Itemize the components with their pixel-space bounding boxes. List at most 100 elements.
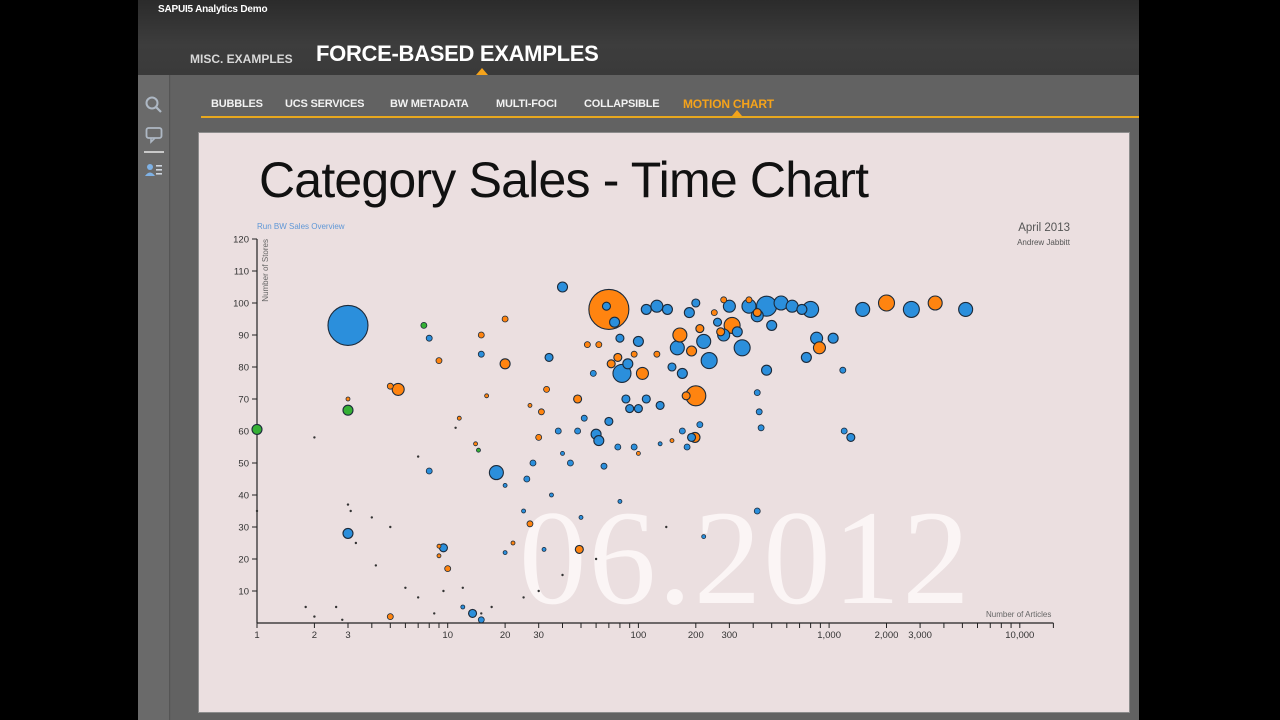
sub-tab-motion-chart[interactable]: MOTION CHART — [683, 97, 774, 111]
sub-tab-bubbles[interactable]: BUBBLES — [211, 98, 263, 110]
data-dot — [480, 612, 483, 615]
x-tick-label: 20 — [500, 630, 511, 641]
sub-tab-ucs-services[interactable]: UCS SERVICES — [285, 98, 365, 110]
bubble-orange — [716, 327, 726, 337]
y-tick-label: 70 — [238, 395, 249, 406]
x-tick-label: 1 — [254, 630, 259, 641]
bubble-blue — [468, 608, 478, 618]
bubble-blue — [712, 317, 723, 327]
bubble-orange — [877, 294, 896, 312]
data-dot — [334, 605, 338, 609]
bubble-orange — [535, 433, 543, 441]
bubble-orange — [606, 359, 616, 369]
bubble-orange — [499, 358, 511, 370]
bubble-orange — [927, 295, 943, 311]
bubble-blue — [640, 303, 652, 315]
bubble-blue — [621, 394, 631, 404]
y-tick-label: 90 — [238, 331, 249, 342]
bubble-blue — [574, 427, 582, 435]
bubble-blue — [650, 299, 664, 313]
bubble-orange — [595, 341, 603, 349]
bubble-blue — [615, 333, 625, 343]
bubble-green — [476, 447, 481, 453]
data-dot — [442, 589, 445, 593]
bubble-blue — [840, 427, 848, 435]
bubble-blue — [614, 443, 622, 451]
bubble-blue — [696, 333, 712, 349]
bubble-blue — [549, 492, 554, 498]
main-tab-misc-examples[interactable]: MISC. EXAMPLES — [190, 52, 293, 66]
top-bar: SAPUI5 Analytics Demo MISC. EXAMPLES FOR… — [138, 0, 1139, 75]
bubble-blue — [657, 441, 663, 447]
bubble-blue — [731, 326, 743, 338]
bubble-blue — [701, 534, 707, 540]
bubble-blue — [669, 340, 685, 356]
bubble-orange — [386, 382, 394, 390]
bubble-blue — [601, 301, 612, 311]
data-dot — [389, 525, 392, 529]
bubble-blue — [661, 303, 673, 315]
bubble-orange — [510, 540, 516, 546]
bubble-green — [420, 321, 428, 329]
bubble-orange — [653, 350, 661, 358]
bubble-blue — [700, 352, 718, 370]
bubble-blue — [589, 369, 597, 377]
bubble-blue — [593, 435, 605, 447]
x-tick-label: 10,000 — [1005, 630, 1034, 641]
bubble-blue — [477, 616, 485, 624]
active-tab-indicator — [476, 68, 488, 75]
bubble-blue — [578, 514, 584, 520]
bubble-blue — [625, 404, 635, 414]
bubble-blue — [846, 432, 856, 442]
y-tick-label: 10 — [238, 587, 249, 598]
bubble-orange — [526, 520, 534, 528]
bubble-orange — [710, 309, 718, 317]
app-window: SAPUI5 Analytics Demo MISC. EXAMPLES FOR… — [138, 0, 1139, 720]
y-axis-title: Number of Stores — [261, 239, 270, 302]
bubble-orange — [669, 438, 675, 444]
bubble-blue — [604, 416, 614, 426]
x-tick-label: 10 — [442, 630, 453, 641]
bubble-blue — [678, 427, 686, 435]
bubble-blue — [523, 475, 531, 483]
bubble-blue — [796, 303, 808, 315]
content-area: BUBBLES UCS SERVICES BW METADATA MULTI-F… — [171, 75, 1139, 720]
comment-icon[interactable] — [144, 125, 164, 145]
data-dot — [537, 589, 540, 593]
x-tick-label: 200 — [688, 630, 704, 641]
x-tick-label: 300 — [721, 630, 737, 641]
bubble-blue — [327, 304, 369, 346]
bubble-orange — [436, 553, 442, 559]
main-tab-force-based-examples[interactable]: FORCE-BASED EXAMPLES — [316, 41, 599, 67]
x-tick-label: 2 — [312, 630, 317, 641]
bubble-orange — [345, 396, 351, 402]
bubble-orange — [527, 402, 533, 408]
bubble-orange — [484, 393, 490, 399]
data-dot — [349, 509, 352, 513]
search-icon[interactable] — [144, 95, 164, 115]
sub-tab-multi-foci[interactable]: MULTI-FOCI — [496, 98, 557, 110]
bubble-orange — [436, 543, 442, 549]
bubble-orange — [720, 296, 728, 304]
run-bw-sales-overview-link[interactable]: Run BW Sales Overview — [257, 222, 345, 231]
bubble-blue — [541, 546, 547, 552]
bubble-orange — [613, 352, 623, 362]
bubble-orange — [543, 385, 550, 393]
bubble-orange — [630, 350, 638, 358]
app-title: SAPUI5 Analytics Demo — [158, 4, 268, 15]
y-tick-label: 120 — [233, 235, 249, 246]
bubble-orange — [473, 441, 478, 447]
bubble-blue — [753, 507, 761, 515]
bubble-orange — [573, 394, 583, 404]
bubble-blue — [502, 482, 508, 488]
bubble-blue — [687, 432, 697, 442]
user-list-icon[interactable] — [144, 161, 164, 181]
data-dot — [370, 516, 374, 519]
bubble-blue — [609, 316, 621, 328]
bubble-blue — [683, 307, 695, 319]
bubble-blue — [425, 467, 433, 475]
bubble-orange — [672, 327, 688, 343]
sub-tab-bw-metadata[interactable]: BW METADATA — [390, 98, 469, 110]
sub-tab-collapsible[interactable]: COLLAPSIBLE — [584, 98, 660, 110]
bubble-blue — [560, 450, 565, 456]
